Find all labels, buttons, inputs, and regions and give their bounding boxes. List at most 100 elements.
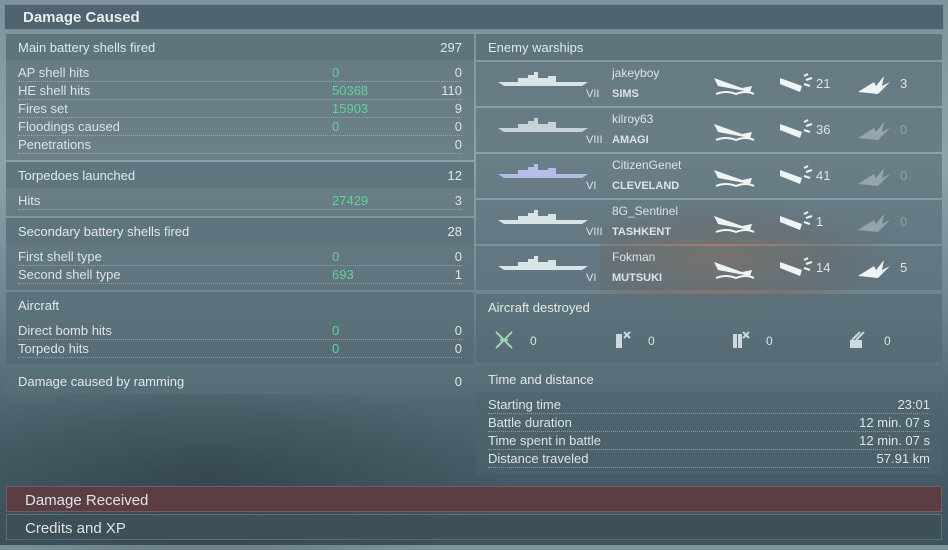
time-row: Time spent in battle 12 min. 07 s xyxy=(488,432,930,450)
hit-count: 41 xyxy=(816,168,831,183)
stat-value: 9 xyxy=(454,101,462,116)
dive-bomber-icon xyxy=(730,330,750,353)
ship-silhouette-icon xyxy=(498,254,588,270)
enemy-ship-row[interactable]: VII jakeyboy SIMS 21 3 xyxy=(476,62,942,106)
fighter-icon xyxy=(494,330,514,353)
stat-row: Second shell type 693 1 xyxy=(18,266,462,284)
time-header: Time and distance xyxy=(476,366,942,392)
destroy-count: 0 xyxy=(900,122,908,137)
ship-tier: VII xyxy=(586,88,600,100)
stat-value: 0 xyxy=(454,323,462,338)
stat-row: Torpedo hits 0 0 xyxy=(18,340,462,358)
time-row-label: Distance traveled xyxy=(488,451,589,466)
enemy-ship-row[interactable]: VIII kilroy63 AMAGI 36 0 xyxy=(476,108,942,152)
credits-xp-label: Credits and XP xyxy=(25,520,126,537)
stat-label: AP shell hits xyxy=(18,65,90,80)
stat-label: Fires set xyxy=(18,101,68,116)
stat-damage: 0 xyxy=(332,323,340,338)
hit-count: 21 xyxy=(816,76,831,91)
ship-tier: VIII xyxy=(586,134,603,146)
player-name: kilroy63 xyxy=(612,112,654,126)
hit-icon xyxy=(776,118,820,142)
time-row-label: Battle duration xyxy=(488,415,572,430)
torpedoes-label: Torpedoes launched xyxy=(18,168,136,183)
destroy-count: 0 xyxy=(900,214,908,229)
time-row: Battle duration 12 min. 07 s xyxy=(488,414,930,432)
destroy-icon xyxy=(854,256,898,280)
aircraft-list: Direct bomb hits 0 0 Torpedo hits 0 0 xyxy=(6,318,474,364)
stat-label: Floodings caused xyxy=(18,119,120,134)
stat-damage: 693 xyxy=(332,267,354,282)
ship-name: TASHKENT xyxy=(612,226,672,238)
torpedoes-list: Hits 27429 3 xyxy=(6,188,474,216)
main-battery-list: AP shell hits 0 0 HE shell hits 50368 110 Fire… xyxy=(6,60,474,160)
player-name: 8G_Sentinel xyxy=(612,204,679,218)
aircraft-destroyed-row: 0 0 0 0 xyxy=(476,320,942,362)
stat-row: Penetrations 0 xyxy=(18,136,462,154)
stat-value: 0 xyxy=(454,119,462,134)
aircraft-count: 0 xyxy=(884,334,891,348)
left-panel: Main battery shells fired 297 AP shell hi… xyxy=(6,32,474,394)
right-panel: Enemy warships VII jakeyboy SIMS 21 3 VI… xyxy=(476,32,942,474)
secondary-value: 28 xyxy=(447,224,462,239)
stat-value: 1 xyxy=(454,267,462,282)
secondary-header: Secondary battery shells fired 28 xyxy=(6,218,474,244)
stat-label: Direct bomb hits xyxy=(18,323,112,338)
destroy-count: 3 xyxy=(900,76,908,91)
enemy-ship-row[interactable]: VIII 8G_Sentinel TASHKENT 1 0 xyxy=(476,200,942,244)
enemy-ship-row[interactable]: VI CitizenGenet CLEVELAND 41 0 xyxy=(476,154,942,198)
section-header[interactable]: Damage Caused xyxy=(4,4,944,30)
destroy-count: 0 xyxy=(900,168,908,183)
torpedoes-header: Torpedoes launched 12 xyxy=(6,162,474,188)
stat-damage: 50368 xyxy=(332,83,369,98)
ship-name: SIMS xyxy=(612,88,639,100)
aircraft-count: 0 xyxy=(766,334,773,348)
time-label: Time and distance xyxy=(488,372,594,387)
sink-icon xyxy=(712,72,756,96)
stat-damage: 27429 xyxy=(332,193,369,208)
destroy-icon xyxy=(854,72,898,96)
ship-name: CLEVELAND xyxy=(612,180,680,192)
enemy-header: Enemy warships xyxy=(476,34,942,60)
damage-received-tab[interactable]: Damage Received xyxy=(6,486,942,512)
torpedo-bomber-icon xyxy=(612,330,632,353)
destroy-count: 5 xyxy=(900,260,908,275)
stat-damage: 0 xyxy=(332,341,340,356)
secondary-label: Secondary battery shells fired xyxy=(18,224,190,239)
aircraft-destroyed-header: Aircraft destroyed xyxy=(476,294,942,320)
ship-silhouette-icon xyxy=(498,208,588,224)
hit-count: 1 xyxy=(816,214,824,229)
stat-label: First shell type xyxy=(18,249,102,264)
time-row-label: Time spent in battle xyxy=(488,433,601,448)
stat-damage: 0 xyxy=(332,249,340,264)
stat-label: Hits xyxy=(18,193,41,208)
destroy-icon xyxy=(854,210,898,234)
stat-value: 0 xyxy=(454,341,462,356)
player-name: Fokman xyxy=(612,250,656,264)
destroy-icon xyxy=(854,164,898,188)
destroy-icon xyxy=(854,118,898,142)
secondary-list: First shell type 0 0 Second shell type 693 1 xyxy=(6,244,474,290)
ramming-header: Damage caused by ramming 0 xyxy=(6,368,474,394)
aircraft-count: 0 xyxy=(648,334,655,348)
stat-row: Direct bomb hits 0 0 xyxy=(18,322,462,340)
time-row-value: 57.91 km xyxy=(876,451,930,466)
hit-icon xyxy=(776,256,820,280)
credits-xp-tab[interactable]: Credits and XP xyxy=(6,514,942,540)
time-row-value: 12 min. 07 s xyxy=(859,415,930,430)
main-battery-value: 297 xyxy=(440,40,462,55)
aircraft-header: Aircraft xyxy=(6,292,474,318)
time-list: Starting time 23:01 Battle duration 12 min.… xyxy=(476,392,942,474)
stat-row: AP shell hits 0 0 xyxy=(18,64,462,82)
enemy-label: Enemy warships xyxy=(488,40,584,55)
stat-label: Torpedo hits xyxy=(18,341,89,356)
aircraft-label: Aircraft xyxy=(18,298,60,313)
ship-tier: VI xyxy=(586,272,597,284)
stat-label: Penetrations xyxy=(18,137,91,152)
enemy-ship-row[interactable]: VI Fokman MUTSUKI 14 5 xyxy=(476,246,942,290)
hit-count: 36 xyxy=(816,122,831,137)
sink-icon xyxy=(712,164,756,188)
sink-icon xyxy=(712,118,756,142)
hit-icon xyxy=(776,210,820,234)
main-battery-header: Main battery shells fired 297 xyxy=(6,34,474,60)
